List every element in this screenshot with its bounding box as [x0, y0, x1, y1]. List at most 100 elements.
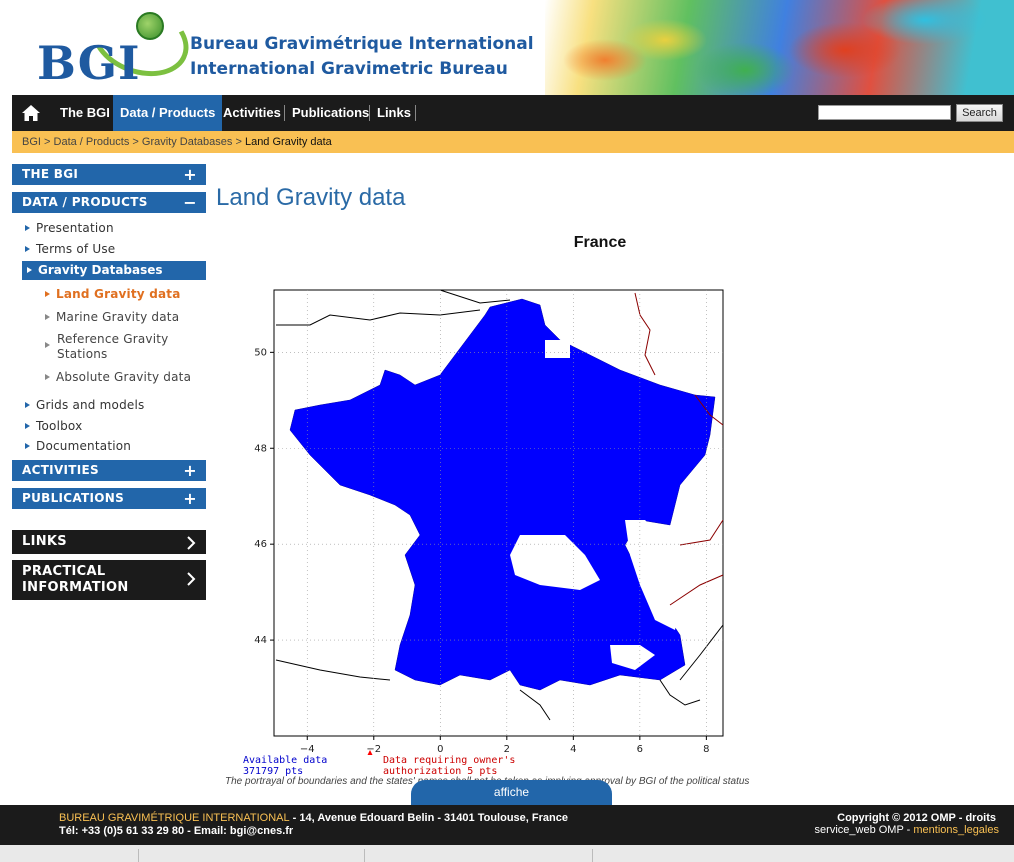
sidebar-section-publications[interactable]: PUBLICATIONS +: [12, 488, 206, 509]
breadcrumb-current: Land Gravity data: [244, 136, 332, 148]
x-tick-label: 6: [637, 744, 643, 755]
section-label: PRACTICAL: [22, 564, 106, 579]
sidebar-item-gravity-databases[interactable]: Gravity Databases: [22, 261, 206, 280]
sidebar-section-data-products[interactable]: DATA / PRODUCTS −: [12, 192, 206, 213]
chevron-right-icon: [186, 533, 196, 557]
item-label: Reference Gravity: [57, 332, 169, 346]
sidebar-item-presentation[interactable]: Presentation: [25, 221, 114, 235]
main-navigation: The BGI Data / Products Activities Publi…: [12, 95, 1014, 131]
y-tick-label: 48: [254, 443, 267, 454]
legend-available: Available data 371797 pts: [243, 755, 327, 777]
sidebar-item-reference-gravity-stations[interactable]: Reference Gravity Stations: [45, 332, 168, 362]
sidebar-section-practical-information[interactable]: PRACTICAL INFORMATION: [12, 560, 206, 600]
footer-email-link[interactable]: bgi@cnes.fr: [230, 825, 293, 837]
bullet-triangle-icon: [25, 246, 30, 252]
item-label: Presentation: [36, 221, 114, 235]
nav-publications[interactable]: Publications: [285, 95, 376, 131]
footer-service: service_web OMP - mentions_legales: [815, 824, 999, 836]
nav-activities[interactable]: Activities: [216, 95, 288, 131]
x-tick-label: 4: [570, 744, 576, 755]
y-tick-label: 46: [254, 539, 267, 550]
sidebar-item-documentation[interactable]: Documentation: [25, 439, 131, 453]
data-gap: [390, 350, 412, 365]
home-icon: [22, 105, 40, 121]
breadcrumb-separator: >: [44, 136, 51, 148]
sidebar-section-activities[interactable]: ACTIVITIES +: [12, 460, 206, 481]
item-label: Marine Gravity data: [56, 310, 180, 324]
expand-plus-icon[interactable]: +: [183, 488, 197, 509]
map-title: France: [573, 234, 627, 251]
item-label: Absolute Gravity data: [56, 370, 192, 384]
site-footer: BUREAU GRAVIMÉTRIQUE INTERNATIONAL - 14,…: [0, 805, 1014, 845]
breadcrumb-bgi[interactable]: BGI: [22, 136, 41, 148]
bottom-bar-divider: [138, 849, 139, 862]
item-label: Land Gravity data: [56, 287, 181, 301]
bullet-triangle-icon: [45, 314, 50, 320]
section-label: DATA / PRODUCTS: [22, 195, 148, 209]
sidebar-item-toolbox[interactable]: Toolbox: [25, 419, 82, 433]
footer-contact: Tél: +33 (0)5 61 33 29 80 - Email: bgi@c…: [59, 825, 293, 837]
breadcrumb: BGI > Data / Products > Gravity Database…: [12, 131, 1014, 153]
nav-separator: [415, 105, 416, 121]
section-label: LINKS: [22, 534, 67, 549]
x-tick-label: 0: [437, 744, 443, 755]
expand-plus-icon[interactable]: +: [183, 460, 197, 481]
bullet-triangle-icon: [25, 443, 30, 449]
item-label: Grids and models: [36, 398, 145, 412]
section-label: THE BGI: [22, 167, 79, 181]
legend-available-label: Available data: [243, 755, 328, 766]
legend-owner-authorization: Data requiring owner's authorization 5 p…: [383, 755, 515, 777]
item-label: Stations: [57, 347, 108, 361]
y-tick-label: 44: [254, 635, 267, 646]
mentions-legales-link[interactable]: mentions_legales: [913, 824, 999, 836]
footer-copyright: Copyright © 2012 OMP - droits: [837, 812, 996, 824]
bullet-triangle-icon: [25, 423, 30, 429]
page-title: Land Gravity data: [216, 184, 406, 211]
breadcrumb-data-products[interactable]: Data / Products: [54, 136, 130, 148]
sidebar-section-the-bgi[interactable]: THE BGI +: [12, 164, 206, 185]
affiche-button[interactable]: affiche: [411, 780, 612, 805]
breadcrumb-separator: >: [132, 136, 139, 148]
collapse-minus-icon[interactable]: −: [183, 192, 197, 213]
data-gap: [545, 340, 570, 358]
bullet-triangle-icon: [45, 374, 50, 380]
bullet-triangle-icon: [27, 267, 32, 273]
footer-service-text: service_web OMP -: [814, 824, 914, 836]
breadcrumb-separator: >: [235, 136, 242, 148]
bottom-bar-divider: [364, 849, 365, 862]
logo-text: BGI: [37, 36, 141, 90]
bullet-triangle-icon: [45, 342, 50, 348]
legend-owner-label: Data requiring owner's: [383, 755, 516, 766]
footer-address: BUREAU GRAVIMÉTRIQUE INTERNATIONAL - 14,…: [59, 812, 568, 824]
x-tick-label: 8: [703, 744, 709, 755]
browser-bottom-bar: [0, 845, 1014, 862]
x-tick-label: −4: [300, 744, 315, 755]
site-header: BGI Bureau Gravimétrique International I…: [0, 0, 1014, 95]
nav-the-bgi[interactable]: The BGI: [53, 95, 117, 131]
item-label: Terms of Use: [36, 242, 116, 256]
search-input[interactable]: [818, 105, 951, 120]
title-en: International Gravimetric Bureau: [190, 59, 508, 79]
nav-links[interactable]: Links: [370, 95, 418, 131]
title-fr: Bureau Gravimétrique International: [190, 34, 534, 54]
organization-title: Bureau Gravimétrique International Inter…: [190, 32, 534, 82]
y-tick-label: 50: [254, 347, 267, 358]
bgi-logo[interactable]: BGI: [18, 0, 199, 90]
footer-org-name: BUREAU GRAVIMÉTRIQUE INTERNATIONAL: [59, 812, 290, 824]
sidebar-section-links[interactable]: LINKS: [12, 530, 206, 554]
footer-address-text: - 14, Avenue Edouard Belin - 31401 Toulo…: [289, 812, 568, 824]
home-button[interactable]: [12, 95, 50, 131]
nav-data-products[interactable]: Data / Products: [113, 95, 223, 131]
sidebar-item-terms-of-use[interactable]: Terms of Use: [25, 242, 115, 256]
sidebar-item-grids-and-models[interactable]: Grids and models: [25, 398, 144, 412]
search-button[interactable]: Search: [956, 104, 1003, 122]
item-label: Documentation: [36, 439, 132, 453]
breadcrumb-gravity-databases[interactable]: Gravity Databases: [142, 136, 232, 148]
bullet-triangle-icon: [25, 402, 30, 408]
sidebar-item-marine-gravity-data[interactable]: Marine Gravity data: [45, 310, 179, 324]
item-label: Toolbox: [36, 419, 83, 433]
sidebar-item-absolute-gravity-data[interactable]: Absolute Gravity data: [45, 370, 191, 384]
footer-phone: Tél: +33 (0)5 61 33 29 80 - Email:: [59, 825, 230, 837]
sidebar-item-land-gravity-data[interactable]: Land Gravity data: [45, 287, 181, 301]
expand-plus-icon[interactable]: +: [183, 164, 197, 185]
